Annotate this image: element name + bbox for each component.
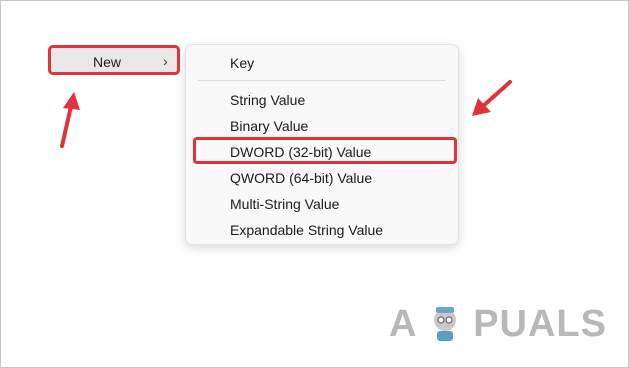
- watermark-text-a: A: [389, 303, 417, 345]
- appuals-watermark: A PUALS: [389, 303, 607, 346]
- watermark-text-b: PUALS: [473, 303, 607, 345]
- arrow-down-left-icon: [472, 80, 512, 116]
- arrow-up-icon: [60, 92, 80, 148]
- appuals-mascot-logo-icon: [428, 304, 462, 342]
